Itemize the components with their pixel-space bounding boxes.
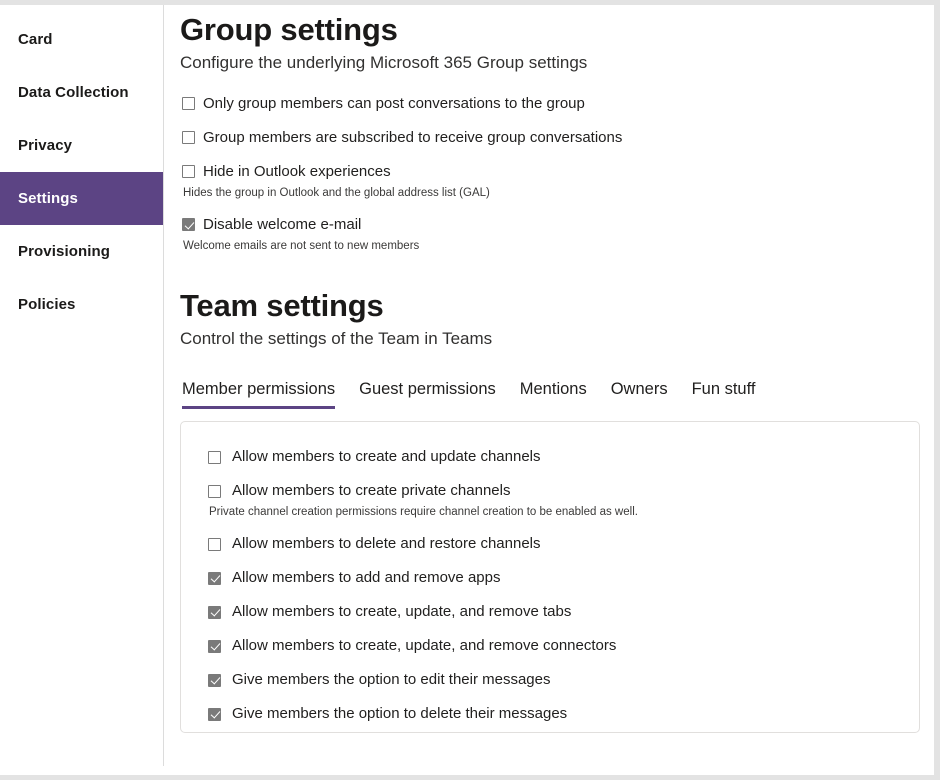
checkbox-helper-text: Hides the group in Outlook and the globa… — [182, 186, 934, 200]
sidebar-item-policies[interactable]: Policies — [0, 278, 163, 331]
group-settings-options: Only group members can post conversation… — [180, 94, 934, 253]
sidebar-item-label: Data Collection — [18, 84, 129, 101]
member-permission-item: Allow members to create private channels… — [208, 482, 919, 519]
team-settings-subtitle: Control the settings of the Team in Team… — [180, 328, 934, 350]
sidebar-item-card[interactable]: Card — [0, 13, 163, 66]
checkbox-unchecked-icon[interactable] — [208, 538, 221, 551]
checkbox-label: Only group members can post conversation… — [203, 95, 585, 113]
checkbox-row-allow-members-to-add-and-remove-apps[interactable]: Allow members to add and remove apps — [208, 569, 919, 587]
sidebar-item-label: Settings — [18, 190, 78, 207]
team-settings-tablist: Member permissions Guest permissions Menti… — [180, 379, 934, 409]
tab-guest-permissions[interactable]: Guest permissions — [359, 379, 496, 409]
checkbox-checked-icon[interactable] — [208, 606, 221, 619]
group-settings-subtitle: Configure the underlying Microsoft 365 G… — [180, 52, 934, 74]
group-settings-title: Group settings — [180, 11, 934, 49]
checkbox-label: Disable welcome e-mail — [203, 216, 361, 234]
checkbox-checked-icon[interactable] — [208, 572, 221, 585]
checkbox-unchecked-icon[interactable] — [182, 97, 195, 110]
tab-member-permissions[interactable]: Member permissions — [182, 379, 335, 409]
sidebar-item-label: Policies — [18, 296, 76, 313]
checkbox-row-allow-members-to-create-update-and-remov[interactable]: Allow members to create, update, and rem… — [208, 603, 919, 621]
group-setting-item: Hide in Outlook experiences Hides the gro… — [182, 162, 934, 200]
group-setting-item: Disable welcome e-mail Welcome emails are… — [182, 215, 934, 253]
member-permission-item: Allow members to delete and restore chan… — [208, 535, 919, 553]
checkbox-label: Give members the option to delete their … — [232, 705, 567, 723]
member-permission-item: Allow members to create and update chann… — [208, 448, 919, 466]
checkbox-label: Allow members to delete and restore chan… — [232, 535, 541, 553]
group-setting-item: Group members are subscribed to receive … — [182, 128, 934, 147]
checkbox-row-allow-members-to-delete-and-restore-chan[interactable]: Allow members to delete and restore chan… — [208, 535, 919, 553]
checkbox-checked-icon[interactable] — [208, 674, 221, 687]
checkbox-checked-icon[interactable] — [208, 640, 221, 653]
checkbox-label: Group members are subscribed to receive … — [203, 129, 622, 147]
sidebar-nav: Card Data Collection Privacy Settings Provis… — [0, 5, 164, 766]
sidebar-item-label: Card — [18, 31, 53, 48]
sidebar-item-settings[interactable]: Settings — [0, 172, 163, 225]
member-permission-item: Allow members to create, update, and rem… — [208, 637, 919, 655]
sidebar-item-privacy[interactable]: Privacy — [0, 119, 163, 172]
checkbox-row-give-members-the-option-to-delete-their-[interactable]: Give members the option to delete their … — [208, 705, 919, 723]
checkbox-label: Allow members to create, update, and rem… — [232, 603, 571, 621]
sidebar-item-label: Privacy — [18, 137, 72, 154]
checkbox-label: Give members the option to edit their me… — [232, 671, 551, 689]
sidebar-item-data-collection[interactable]: Data Collection — [0, 66, 163, 119]
checkbox-label: Allow members to create, update, and rem… — [232, 637, 616, 655]
member-permission-item: Give members the option to edit their me… — [208, 671, 919, 689]
sidebar-item-provisioning[interactable]: Provisioning — [0, 225, 163, 278]
team-settings-title: Team settings — [180, 287, 934, 325]
checkbox-row-give-members-the-option-to-edit-their-me[interactable]: Give members the option to edit their me… — [208, 671, 919, 689]
checkbox-label: Hide in Outlook experiences — [203, 163, 391, 181]
tab-mentions[interactable]: Mentions — [520, 379, 587, 409]
checkbox-row-only-group-members-can-post-conversation[interactable]: Only group members can post conversation… — [182, 94, 934, 113]
checkbox-row-allow-members-to-create-and-update-chann[interactable]: Allow members to create and update chann… — [208, 448, 919, 466]
member-permissions-panel: Allow members to create and update chann… — [180, 421, 920, 733]
checkbox-label: Allow members to create private channels — [232, 482, 510, 500]
team-settings-section: Team settings Control the settings of th… — [180, 287, 934, 733]
checkbox-unchecked-icon[interactable] — [182, 131, 195, 144]
checkbox-label: Allow members to add and remove apps — [232, 569, 500, 587]
group-setting-item: Only group members can post conversation… — [182, 94, 934, 113]
tab-fun-stuff[interactable]: Fun stuff — [692, 379, 756, 409]
group-settings-section: Group settings Configure the underlying … — [180, 11, 934, 253]
checkbox-row-disable-welcome-e-mail[interactable]: Disable welcome e-mail — [182, 215, 934, 234]
member-permission-item: Give members the option to delete their … — [208, 705, 919, 723]
checkbox-unchecked-icon[interactable] — [182, 165, 195, 178]
checkbox-checked-icon[interactable] — [182, 218, 195, 231]
checkbox-unchecked-icon[interactable] — [208, 485, 221, 498]
checkbox-label: Allow members to create and update chann… — [232, 448, 541, 466]
checkbox-row-allow-members-to-create-private-channels[interactable]: Allow members to create private channels — [208, 482, 919, 500]
tab-owners[interactable]: Owners — [611, 379, 668, 409]
checkbox-helper-text: Welcome emails are not sent to new membe… — [182, 239, 934, 253]
checkbox-unchecked-icon[interactable] — [208, 451, 221, 464]
checkbox-checked-icon[interactable] — [208, 708, 221, 721]
sidebar-item-label: Provisioning — [18, 243, 110, 260]
content-pane: Group settings Configure the underlying … — [164, 5, 934, 775]
checkbox-row-hide-in-outlook-experiences[interactable]: Hide in Outlook experiences — [182, 162, 934, 181]
member-permission-item: Allow members to create, update, and rem… — [208, 603, 919, 621]
checkbox-row-group-members-are-subscribed-to-receive-[interactable]: Group members are subscribed to receive … — [182, 128, 934, 147]
checkbox-row-allow-members-to-create-update-and-remov[interactable]: Allow members to create, update, and rem… — [208, 637, 919, 655]
member-permission-item: Allow members to add and remove apps — [208, 569, 919, 587]
checkbox-helper-text: Private channel creation permissions req… — [208, 505, 919, 519]
app-window: Card Data Collection Privacy Settings Provis… — [0, 0, 940, 780]
